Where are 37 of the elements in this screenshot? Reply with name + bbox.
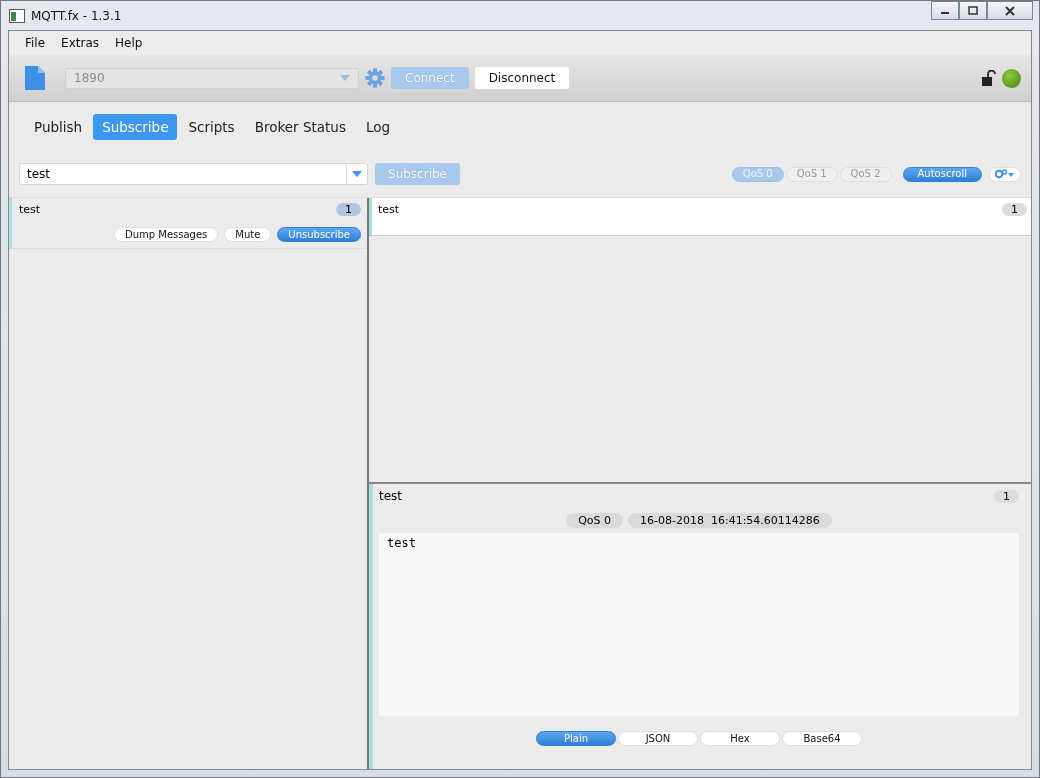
message-count-badge: 1	[994, 489, 1019, 503]
tab[interactable]: Publish	[25, 114, 92, 140]
close-button[interactable]	[987, 1, 1033, 20]
menu-item[interactable]: Extras	[53, 36, 108, 50]
options-dropdown-button[interactable]	[989, 166, 1021, 182]
close-icon	[1005, 5, 1015, 16]
topic-combo-field[interactable]: test	[19, 163, 368, 185]
format-toggle[interactable]: JSON	[618, 731, 698, 746]
maximize-icon	[968, 6, 978, 15]
padlock-icon	[982, 70, 996, 86]
subscription-item[interactable]: test 1 Dump Messages Mute Unsubscribe	[9, 198, 367, 249]
subscription-action-button[interactable]: Dump Messages	[113, 227, 219, 242]
tab[interactable]: Broker Status	[245, 114, 355, 140]
message-count-badge: 1	[336, 203, 361, 216]
message-count-badge: 1	[1002, 203, 1027, 216]
subscription-action-button[interactable]: Mute	[224, 227, 272, 242]
minimize-button[interactable]	[931, 1, 959, 20]
document-icon[interactable]	[25, 66, 45, 90]
format-toggle[interactable]: Hex	[700, 731, 780, 746]
timestamp-label: 16-08-2018 16:41:54.60114286	[628, 513, 832, 528]
menu-item[interactable]: File	[17, 36, 54, 50]
app-icon	[9, 8, 25, 23]
caret-icon	[340, 75, 350, 81]
message-item[interactable]: test 1	[369, 198, 1031, 236]
message-topic: test	[378, 203, 400, 216]
menu-item[interactable]: Help	[107, 36, 151, 50]
subscription-topic: test	[19, 203, 41, 216]
detail-topic: test	[379, 489, 403, 503]
caret-icon	[352, 171, 362, 177]
payload-area: test	[379, 533, 1019, 716]
window-title: MQTT.fx - 1.3.1	[31, 8, 122, 23]
tab[interactable]: Scripts	[179, 114, 244, 140]
qos-label: QoS 0	[566, 513, 624, 528]
disconnect-button[interactable]: Disconnect	[474, 67, 570, 89]
format-toggle[interactable]: Base64	[782, 731, 862, 746]
maximize-button[interactable]	[959, 1, 987, 20]
tab[interactable]: Log	[356, 114, 400, 140]
